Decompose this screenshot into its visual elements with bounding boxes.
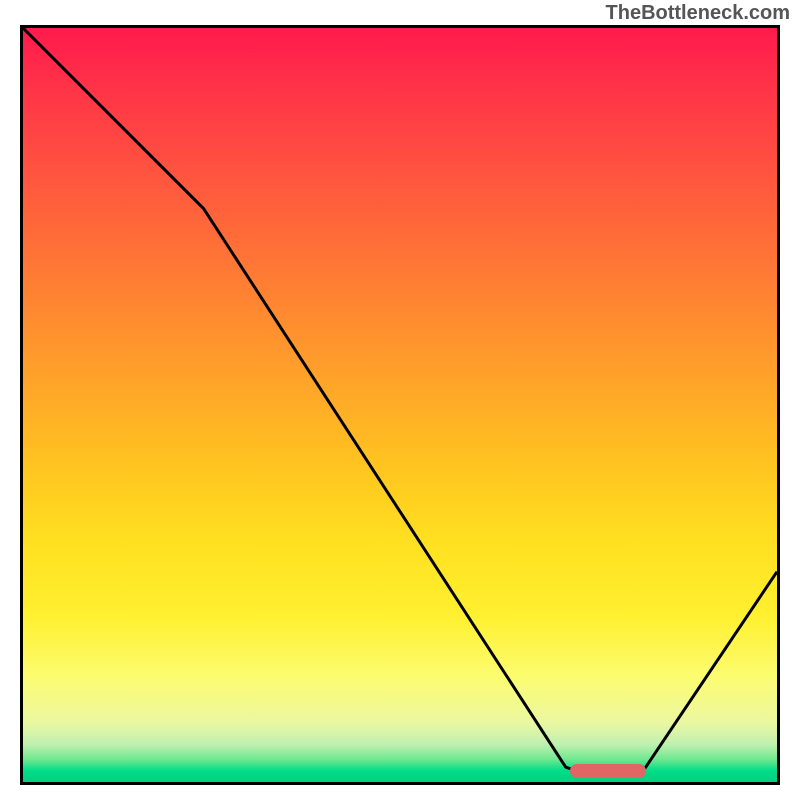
chart-container: TheBottleneck.com — [0, 0, 800, 800]
plot-area — [20, 25, 780, 785]
curve-layer — [23, 28, 777, 782]
bottleneck-curve — [23, 28, 777, 774]
optimal-range-marker — [570, 764, 646, 778]
watermark-text: TheBottleneck.com — [606, 2, 790, 25]
